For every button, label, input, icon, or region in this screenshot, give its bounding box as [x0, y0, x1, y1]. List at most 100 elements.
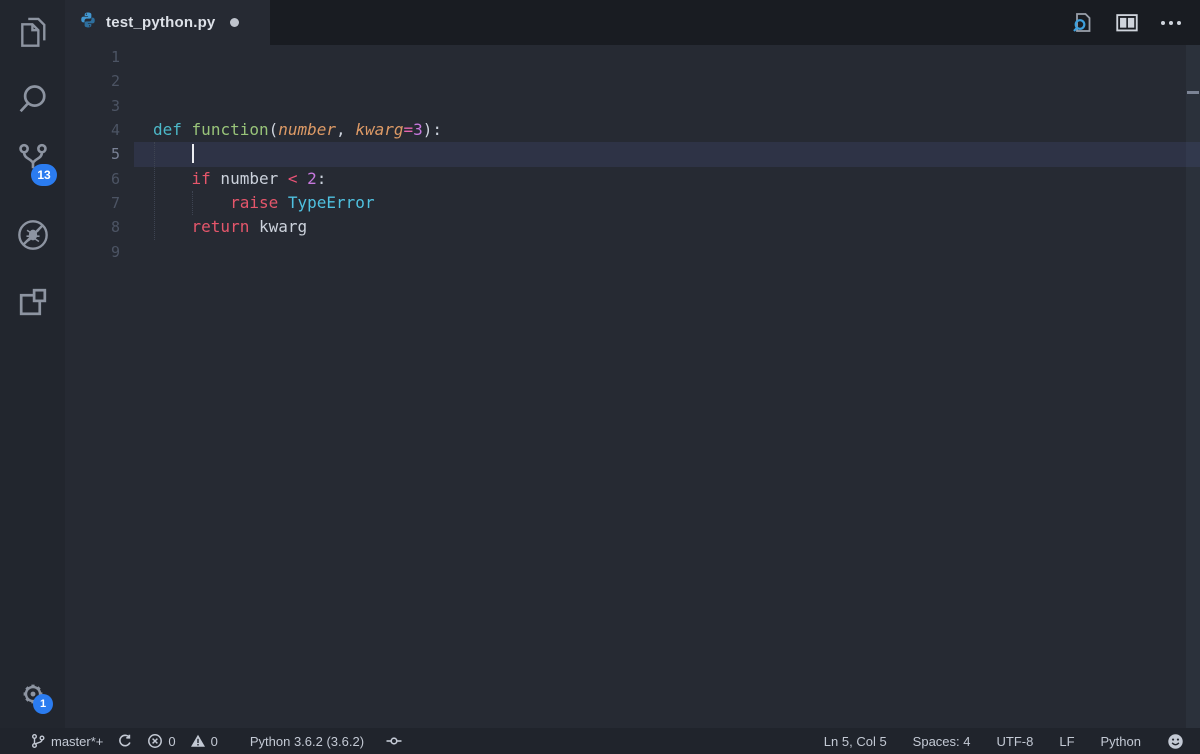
- error-icon: [147, 733, 163, 749]
- text-cursor: [192, 144, 194, 163]
- code-token: function: [192, 120, 269, 139]
- scm-badge: 13: [31, 164, 57, 186]
- open-preview-icon[interactable]: [1070, 10, 1096, 36]
- git-branch-icon: [30, 733, 46, 749]
- code-text: return kwarg: [153, 215, 1200, 239]
- code-token: number: [211, 169, 288, 188]
- cursor-position-status[interactable]: Ln 5, Col 5: [824, 734, 887, 749]
- code-token: [182, 120, 192, 139]
- code-token: def: [153, 120, 182, 139]
- code-line[interactable]: 6 if number < 2:: [65, 167, 1200, 191]
- language-label: Python: [1101, 734, 1141, 749]
- indent-guide: [154, 142, 155, 239]
- sidebar-item-debug[interactable]: [0, 213, 65, 257]
- code-token: number: [278, 120, 336, 139]
- search-icon: [15, 82, 51, 118]
- line-number[interactable]: 1: [65, 45, 153, 69]
- sidebar-item-source-control[interactable]: 13: [0, 138, 65, 182]
- line-number[interactable]: 3: [65, 94, 153, 118]
- sync-button[interactable]: [117, 733, 133, 749]
- split-editor-icon[interactable]: [1114, 10, 1140, 36]
- sync-icon: [117, 733, 133, 749]
- code-token: 3: [413, 120, 423, 139]
- code-text: [153, 240, 1200, 264]
- modified-dot[interactable]: [230, 18, 239, 27]
- code-text: [153, 94, 1200, 118]
- git-branch-status[interactable]: master*+: [30, 733, 103, 749]
- indent-guide: [192, 191, 193, 215]
- warning-count: 0: [211, 734, 218, 749]
- encoding-status[interactable]: UTF-8: [997, 734, 1034, 749]
- code-line[interactable]: 7 raise TypeError: [65, 191, 1200, 215]
- code-token: =: [403, 120, 413, 139]
- code-text: if number < 2:: [153, 167, 1200, 191]
- code-line[interactable]: 1: [65, 45, 1200, 69]
- code-token: TypeError: [288, 193, 375, 212]
- code-token: [278, 193, 288, 212]
- extensions-icon: [15, 284, 51, 320]
- interpreter-label: Python 3.6.2 (3.6.2): [250, 734, 364, 749]
- code-line[interactable]: 9: [65, 240, 1200, 264]
- code-text: raise TypeError: [153, 191, 1200, 215]
- problems-status[interactable]: 0 0: [147, 733, 217, 749]
- line-number[interactable]: 5: [65, 142, 153, 166]
- code-token: raise: [230, 193, 278, 212]
- run-tests-button[interactable]: [386, 733, 402, 749]
- code-line[interactable]: 5: [65, 142, 1200, 166]
- more-actions-icon[interactable]: [1158, 10, 1184, 36]
- code-token: [153, 169, 192, 188]
- line-number[interactable]: 7: [65, 191, 153, 215]
- code-token: [153, 217, 192, 236]
- python-interpreter-selector[interactable]: Python 3.6.2 (3.6.2): [250, 734, 364, 749]
- language-mode-status[interactable]: Python: [1101, 734, 1141, 749]
- warning-icon: [190, 733, 206, 749]
- tab-bar: test_python.py: [65, 0, 1200, 45]
- code-token: if: [192, 169, 211, 188]
- line-number[interactable]: 2: [65, 69, 153, 93]
- code-line[interactable]: 2: [65, 69, 1200, 93]
- sidebar-item-search[interactable]: [0, 78, 65, 122]
- commit-icon: [386, 733, 402, 749]
- code-token: :: [317, 169, 327, 188]
- code-token: (: [269, 120, 279, 139]
- scrollbar[interactable]: [1186, 45, 1200, 728]
- code-token: [153, 144, 192, 163]
- code-token: ,: [336, 120, 355, 139]
- feedback-button[interactable]: [1167, 733, 1184, 750]
- overview-ruler-marker: [1187, 91, 1199, 94]
- code-token: 2: [307, 169, 317, 188]
- status-bar: master*+ 0: [0, 728, 1200, 754]
- code-text: [153, 69, 1200, 93]
- code-area[interactable]: 1234def function(number, kwarg=3):5 6 if…: [65, 45, 1200, 264]
- encoding-label: UTF-8: [997, 734, 1034, 749]
- tab-test-python[interactable]: test_python.py: [65, 0, 270, 45]
- editor-actions: [1070, 0, 1200, 45]
- line-number[interactable]: 6: [65, 167, 153, 191]
- smiley-icon: [1167, 733, 1184, 750]
- code-line[interactable]: 4def function(number, kwarg=3):: [65, 118, 1200, 142]
- status-bar-left: master*+ 0: [0, 733, 402, 749]
- branch-label: master*+: [51, 734, 103, 749]
- line-col-label: Ln 5, Col 5: [824, 734, 887, 749]
- code-token: <: [288, 169, 298, 188]
- indentation-status[interactable]: Spaces: 4: [913, 734, 971, 749]
- eol-status[interactable]: LF: [1059, 734, 1074, 749]
- error-count: 0: [168, 734, 175, 749]
- eol-label: LF: [1059, 734, 1074, 749]
- editor[interactable]: 1234def function(number, kwarg=3):5 6 if…: [65, 45, 1200, 728]
- sidebar-item-explorer[interactable]: [0, 10, 65, 54]
- settings-badge: 1: [33, 694, 53, 714]
- code-line[interactable]: 3: [65, 94, 1200, 118]
- line-number[interactable]: 8: [65, 215, 153, 239]
- status-bar-right: Ln 5, Col 5 Spaces: 4 UTF-8 LF Python: [824, 733, 1200, 750]
- debug-icon: [14, 216, 52, 254]
- line-number[interactable]: 9: [65, 240, 153, 264]
- indentation-label: Spaces: 4: [913, 734, 971, 749]
- code-token: kwarg: [355, 120, 403, 139]
- code-text: [153, 45, 1200, 69]
- line-number[interactable]: 4: [65, 118, 153, 142]
- settings-button[interactable]: 1: [0, 672, 65, 716]
- code-line[interactable]: 8 return kwarg: [65, 215, 1200, 239]
- code-token: return: [192, 217, 250, 236]
- sidebar-item-extensions[interactable]: [0, 280, 65, 324]
